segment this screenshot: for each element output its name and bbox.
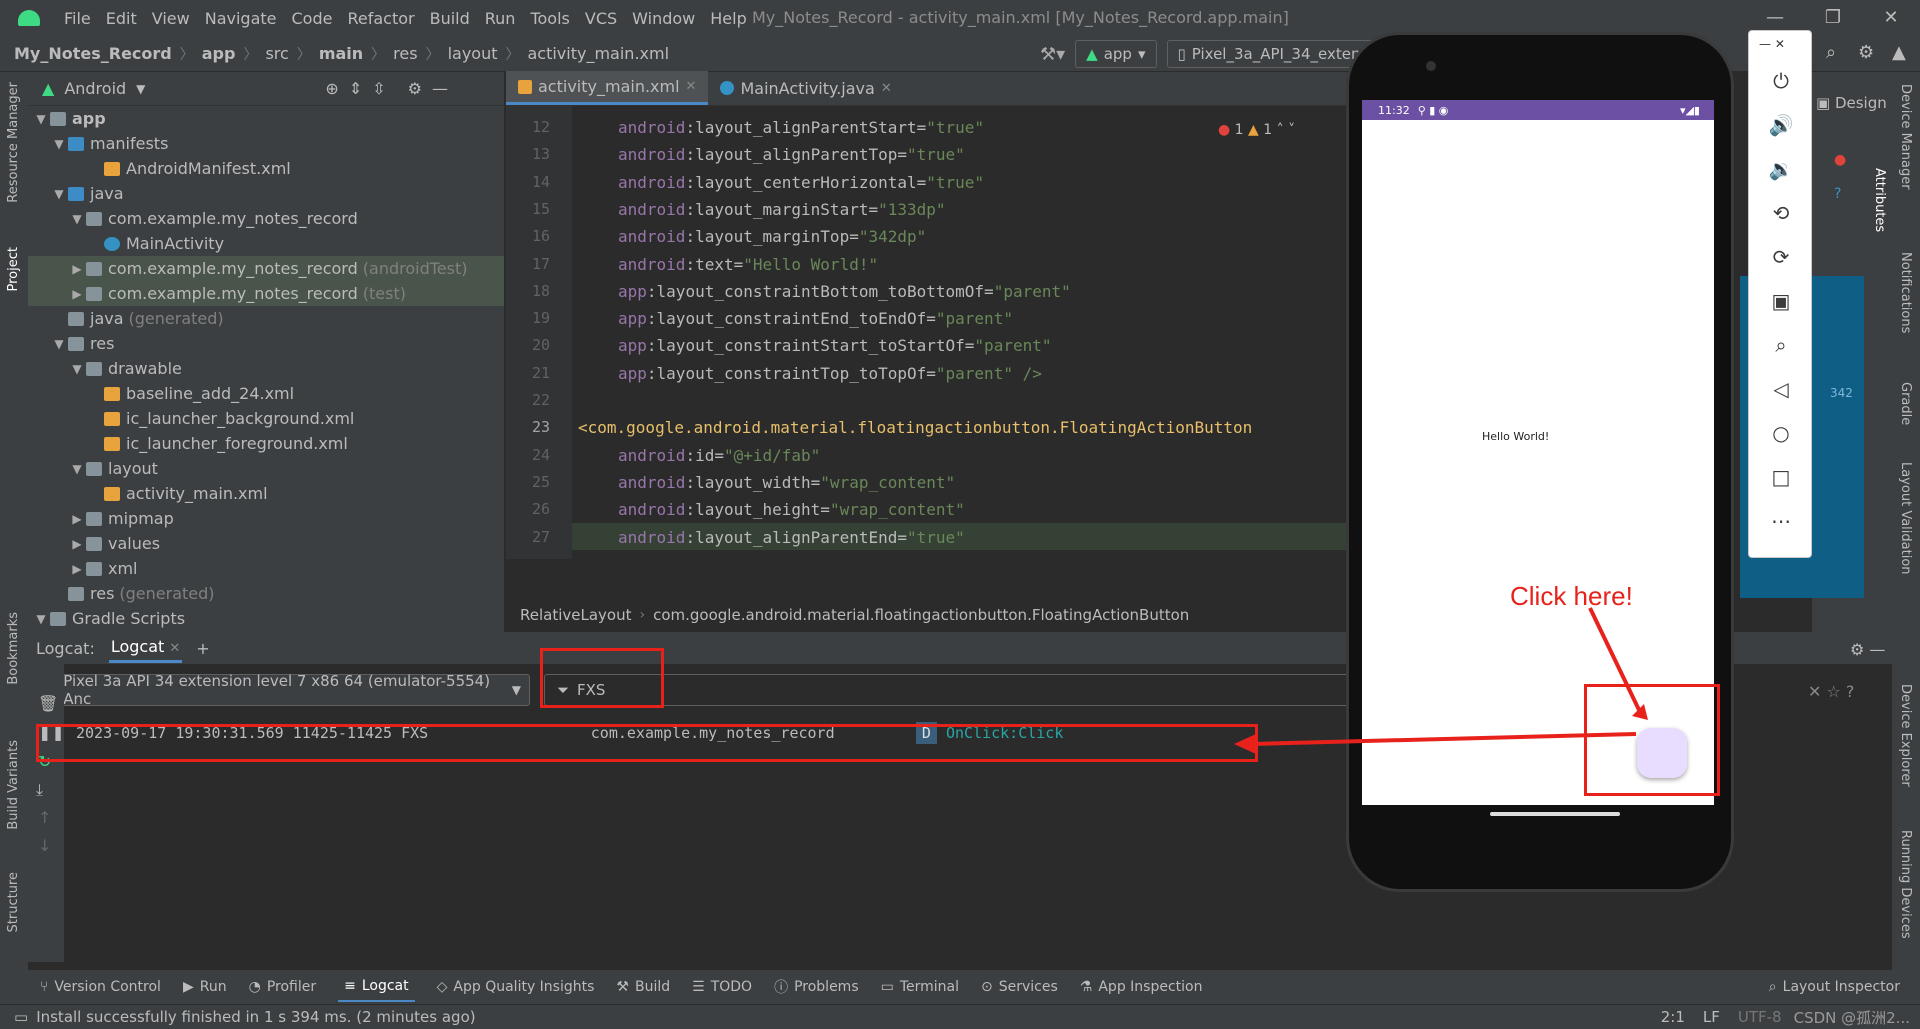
bottom-tool-bar: ⑂ Version Control ▶ Run ◔ Profiler ≡ Logcat … <box>0 970 1920 1004</box>
tool-services[interactable]: ⊙ Services <box>981 979 1058 995</box>
play-icon: ▶ <box>182 979 194 995</box>
log-icon: ≡ <box>344 978 356 994</box>
status-bar: ▭ Install successfully finished in 1 s 3… <box>0 1004 1920 1029</box>
arrow-head-log <box>1234 734 1256 754</box>
cursor-position[interactable]: 2:1 <box>1661 1008 1685 1026</box>
status-message[interactable]: Install successfully finished in 1 s 394… <box>36 1008 475 1026</box>
branch-icon: ⑂ <box>40 979 49 995</box>
tool-app-inspection[interactable]: ⚗ App Inspection <box>1080 979 1203 995</box>
tool-build[interactable]: ⚒ Build <box>616 979 670 995</box>
tool-logcat[interactable]: ≡ Logcat <box>338 972 415 1002</box>
insights-icon: ◇ <box>436 979 448 995</box>
encoding[interactable]: UTF-8 <box>1738 1008 1782 1026</box>
info-icon: ⓘ <box>774 980 789 996</box>
tool-terminal[interactable]: ▭ Terminal <box>881 979 959 995</box>
tool-profiler[interactable]: ◔ Profiler <box>249 979 317 995</box>
arrow-to-log <box>1249 732 1637 746</box>
tool-app-quality[interactable]: ◇ App Quality Insights <box>437 979 595 995</box>
gauge-icon: ◔ <box>248 979 261 995</box>
line-separator[interactable]: LF <box>1703 1008 1720 1026</box>
layout-inspector-icon: ⌕ <box>1768 979 1777 995</box>
status-icon: ▭ <box>14 1008 29 1026</box>
arrow-head-fab <box>1632 704 1648 720</box>
tool-run[interactable]: ▶ Run <box>183 979 227 995</box>
inspect-icon: ⚗ <box>1079 979 1093 995</box>
arrow-to-fab <box>1588 607 1642 713</box>
tool-layout-inspector[interactable]: ⌕ Layout Inspector <box>1769 979 1900 995</box>
watermark: CSDN @孤洲2... <box>1793 1008 1910 1027</box>
tool-todo[interactable]: ☰ TODO <box>692 979 752 995</box>
tool-version-control[interactable]: ⑂ Version Control <box>40 979 161 995</box>
annotation-arrows <box>1234 607 1648 754</box>
terminal-icon: ▭ <box>880 979 894 995</box>
list-icon: ☰ <box>692 979 705 995</box>
services-icon: ⊙ <box>981 979 993 995</box>
tool-problems[interactable]: ⓘ Problems <box>774 977 859 997</box>
hammer-icon: ⚒ <box>616 979 629 995</box>
